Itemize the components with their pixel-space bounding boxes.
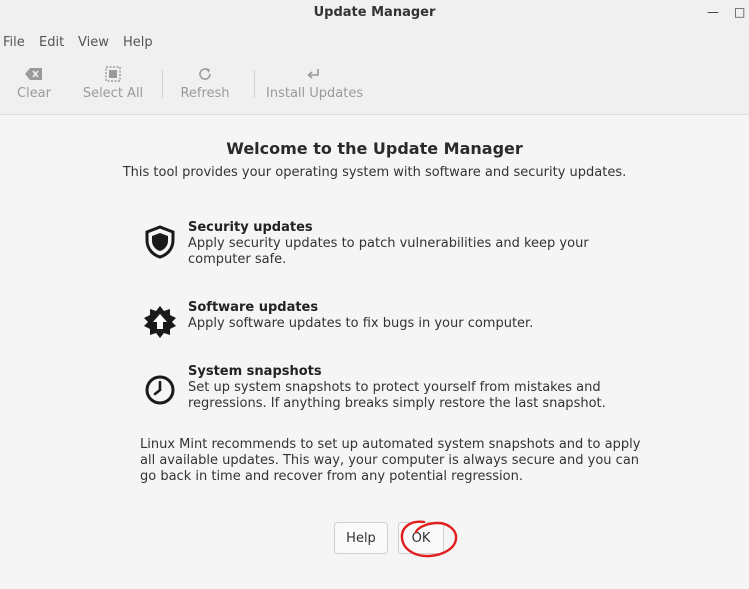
feature-description: Apply software updates to fix bugs in yo…	[188, 316, 534, 331]
toolbar-separator	[162, 70, 163, 98]
menu-edit[interactable]: Edit	[39, 35, 64, 50]
feature-snapshots: System snapshots Set up system snapshots…	[140, 364, 640, 411]
select-all-icon	[80, 64, 146, 84]
install-updates-button[interactable]: Install Updates	[266, 64, 364, 104]
feature-description: Apply security updates to patch vulnerab…	[188, 236, 589, 267]
help-button[interactable]: Help	[334, 522, 388, 554]
clear-label: Clear	[17, 86, 51, 101]
install-updates-label: Install Updates	[266, 86, 364, 101]
feature-name: System snapshots	[188, 364, 322, 379]
maximize-button[interactable]: □	[734, 5, 745, 19]
refresh-button[interactable]: Refresh	[178, 64, 232, 104]
minimize-button[interactable]: —	[707, 5, 719, 19]
feature-name: Software updates	[188, 300, 319, 315]
menu-help[interactable]: Help	[123, 35, 153, 50]
feature-security: Security updates Apply security updates …	[140, 220, 640, 267]
feature-name: Security updates	[188, 220, 313, 235]
clock-icon	[140, 370, 180, 410]
menu-view[interactable]: View	[78, 35, 109, 50]
select-all-label: Select All	[82, 86, 144, 101]
annotation-circle	[400, 520, 458, 558]
install-icon	[266, 64, 362, 84]
window-title: Update Manager	[313, 5, 436, 20]
refresh-icon	[178, 64, 232, 84]
feature-description: Set up system snapshots to protect yours…	[188, 380, 606, 411]
toolbar-separator	[254, 70, 255, 98]
welcome-panel: Welcome to the Update Manager This tool …	[0, 115, 749, 589]
clear-button[interactable]: Clear	[12, 64, 56, 104]
feature-software: Software updates Apply software updates …	[140, 300, 640, 340]
select-all-button[interactable]: Select All	[80, 64, 146, 104]
menu-file[interactable]: File	[3, 35, 25, 50]
toolbar: Clear Select All Refresh Install Updates	[0, 58, 749, 115]
refresh-label: Refresh	[180, 86, 230, 101]
backspace-icon	[12, 64, 56, 84]
title-bar: Update Manager — □	[0, 0, 749, 26]
upgrade-icon	[140, 302, 180, 342]
welcome-subtitle: This tool provides your operating system…	[122, 165, 627, 180]
shield-icon	[140, 222, 180, 262]
welcome-title: Welcome to the Update Manager	[226, 139, 523, 158]
recommendation-text: Linux Mint recommends to set up automate…	[140, 437, 641, 484]
